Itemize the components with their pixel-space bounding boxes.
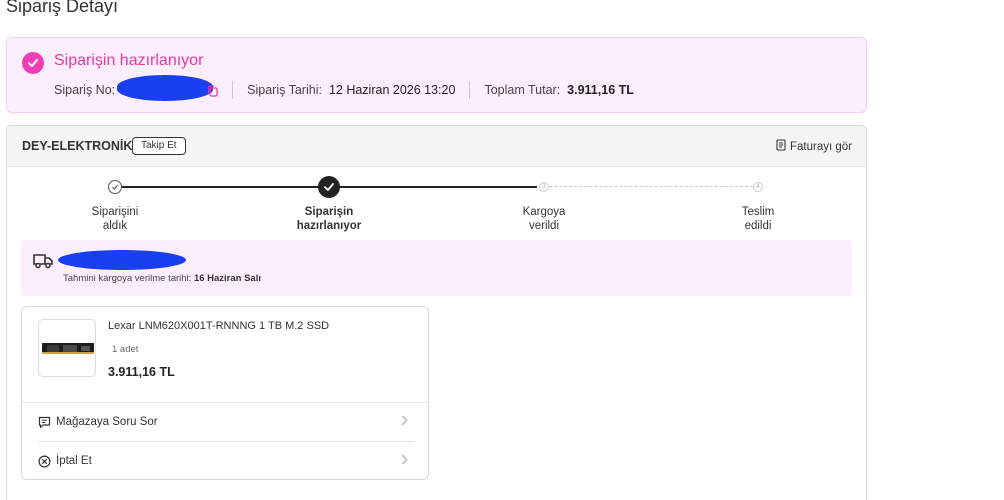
invoice-label: Faturayı gör xyxy=(790,140,852,153)
total-value: 3.911,16 TL xyxy=(567,83,634,97)
product-name[interactable]: Lexar LNM620X001T-RNNNG 1 TB M.2 SSD xyxy=(108,320,329,332)
total-label: Toplam Tutar: xyxy=(484,83,561,97)
step-dot-preparing xyxy=(318,176,340,198)
seller-package-card: DEY-ELEKTRONİK Takip Et Faturayı gör 3 4… xyxy=(6,125,867,500)
step-line-active xyxy=(329,186,537,188)
order-detail-page: Sipariş Detayı Siparişin hazırlanıyor Si… xyxy=(0,0,1004,500)
product-price: 3.911,16 TL xyxy=(108,365,175,379)
step-dot-received xyxy=(108,180,122,194)
product-quantity: 1 adet xyxy=(112,344,139,355)
message-question-icon xyxy=(38,416,51,429)
invoice-icon xyxy=(776,139,786,154)
step-label-received: Siparişini aldık xyxy=(91,206,139,232)
redacted-order-number xyxy=(117,75,214,101)
order-date-value: 12 Haziran 2026 13:20 xyxy=(328,83,456,97)
meta-separator xyxy=(469,81,471,99)
divider xyxy=(22,402,428,403)
meta-separator xyxy=(232,81,234,99)
cancel-order-button[interactable]: İptal Et xyxy=(38,443,414,479)
shipping-estimate-box: Tahmini kargoya verilme tarihi: 16 Hazir… xyxy=(21,240,852,296)
order-progress-stepper: 3 4 Siparişini aldık Siparişin hazırlanıyo… xyxy=(7,167,866,237)
redacted-shipping-info xyxy=(58,250,186,270)
check-circle-icon xyxy=(22,52,44,74)
truck-icon xyxy=(33,253,53,274)
follow-seller-button[interactable]: Takip Et xyxy=(132,137,186,155)
cancel-circle-icon xyxy=(38,454,51,468)
step-dot-delivered: 4 xyxy=(753,182,763,192)
order-no-label: Sipariş No: xyxy=(54,83,116,97)
order-status-banner: Siparişin hazırlanıyor Sipariş No: Sipar… xyxy=(6,37,867,113)
order-meta-row: Sipariş No: Sipariş Tarihi: 12 Haziran 2… xyxy=(54,75,634,101)
step-line-done xyxy=(121,186,329,188)
step-label-shipped: Kargoya verildi xyxy=(522,206,566,232)
copy-icon[interactable] xyxy=(207,84,218,100)
shipping-estimate-text: Tahmini kargoya verilme tarihi: 16 Hazir… xyxy=(63,273,261,284)
check-icon xyxy=(324,183,334,191)
ask-store-question-button[interactable]: Mağazaya Soru Sor xyxy=(38,404,414,440)
order-status-title: Siparişin hazırlanıyor xyxy=(54,52,204,69)
chevron-right-icon xyxy=(401,415,408,429)
step-label-delivered: Teslim edildi xyxy=(741,206,775,232)
product-card: Lexar LNM620X001T-RNNNG 1 TB M.2 SSD 1 a… xyxy=(21,306,429,480)
check-icon xyxy=(112,184,118,190)
seller-header: DEY-ELEKTRONİK Takip Et Faturayı gör xyxy=(7,126,866,167)
seller-name[interactable]: DEY-ELEKTRONİK xyxy=(22,139,132,153)
product-image[interactable] xyxy=(38,319,96,377)
page-title: Sipariş Detayı xyxy=(6,0,119,16)
step-dot-shipped: 3 xyxy=(539,182,549,192)
step-line-pending xyxy=(544,186,758,187)
divider xyxy=(38,441,414,442)
order-date-label: Sipariş Tarihi: xyxy=(247,83,322,97)
view-invoice-link[interactable]: Faturayı gör xyxy=(776,139,852,154)
step-label-preparing: Siparişin hazırlanıyor xyxy=(296,206,362,232)
chevron-right-icon xyxy=(401,454,408,468)
